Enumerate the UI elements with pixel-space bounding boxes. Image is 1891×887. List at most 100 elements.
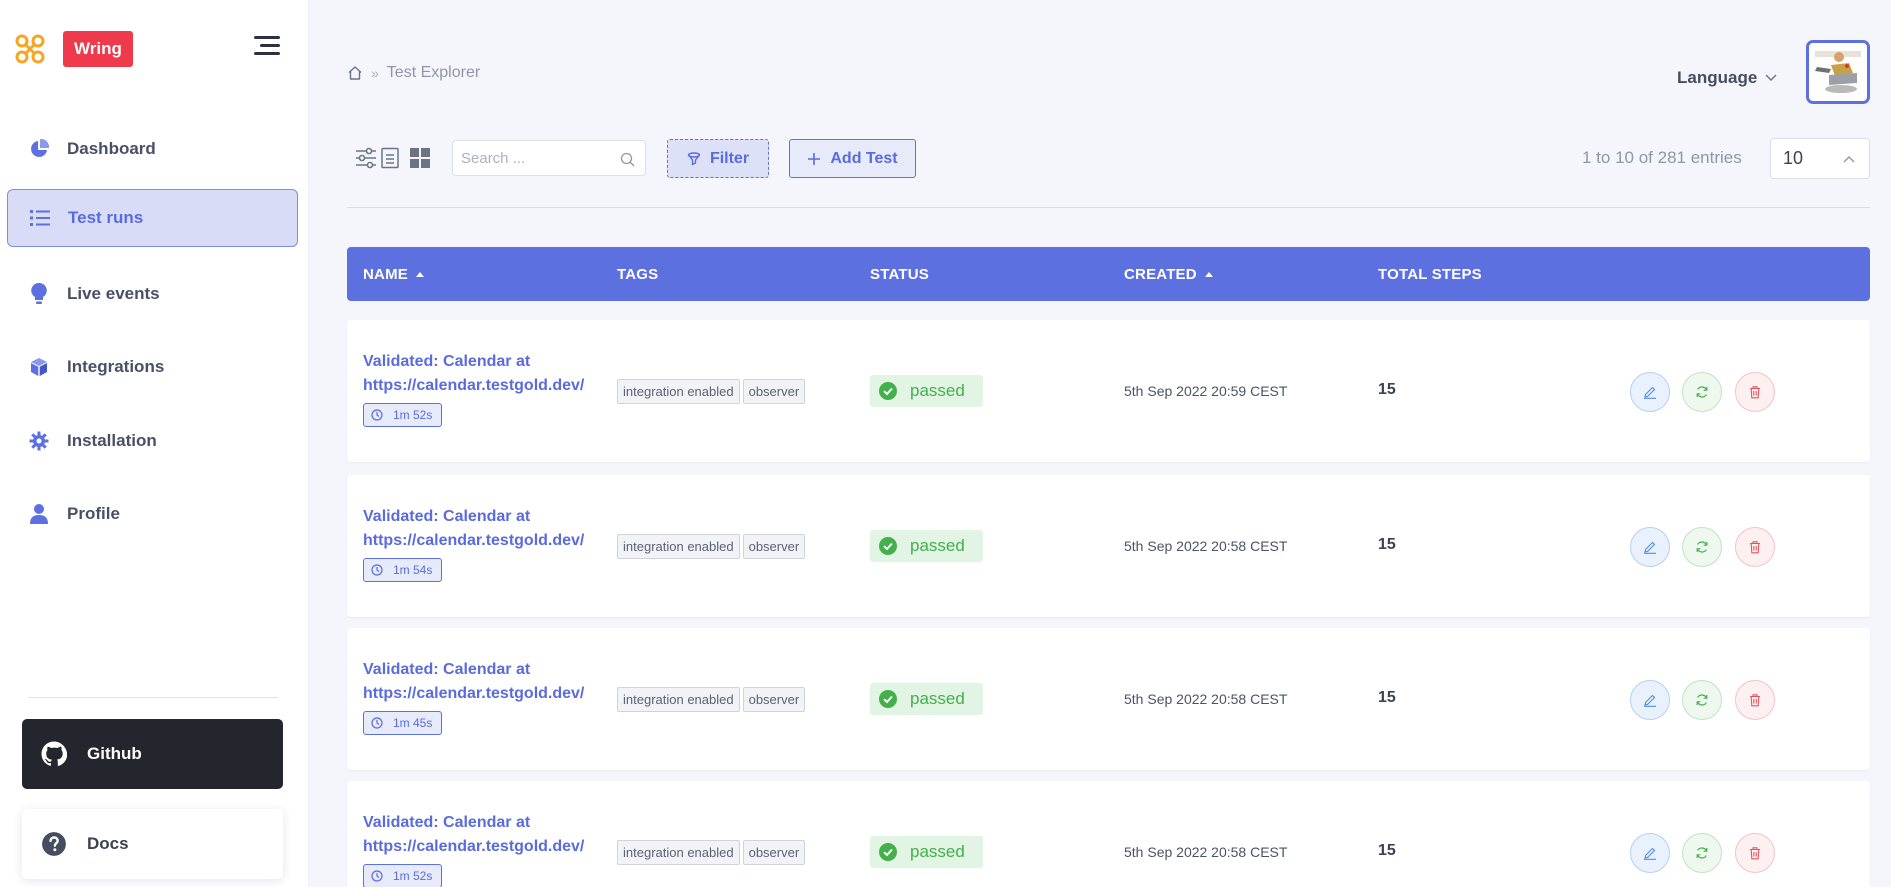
test-name-link[interactable]: Validated: Calendar at https://calendar.t… bbox=[363, 350, 609, 398]
check-circle-icon bbox=[879, 382, 897, 400]
pencil-icon bbox=[1644, 694, 1656, 707]
check-circle-icon bbox=[879, 843, 897, 861]
rerun-button[interactable] bbox=[1682, 680, 1722, 720]
created-date: 5th Sep 2022 20:58 CEST bbox=[1124, 844, 1288, 860]
filter-icon bbox=[687, 151, 701, 166]
tag-list: integration enabled observer bbox=[617, 840, 808, 865]
chevron-down-icon bbox=[1765, 74, 1777, 81]
edit-button[interactable] bbox=[1630, 372, 1670, 412]
page-size-select[interactable]: 10 bbox=[1770, 138, 1870, 179]
sort-asc-icon bbox=[1204, 271, 1213, 277]
check-circle-icon bbox=[879, 537, 897, 555]
language-dropdown[interactable]: Language bbox=[1677, 68, 1777, 88]
pencil-icon bbox=[1644, 847, 1656, 860]
sidebar: Wring Dashboard Test runs Live events In… bbox=[0, 0, 309, 887]
grid-view-icon[interactable] bbox=[409, 147, 431, 169]
rerun-button[interactable] bbox=[1682, 527, 1722, 567]
column-header-created[interactable]: CREATED bbox=[1124, 247, 1213, 301]
tag-badge: integration enabled bbox=[617, 379, 740, 404]
test-name-link[interactable]: Validated: Calendar at https://calendar.t… bbox=[363, 658, 609, 706]
sidebar-item-integrations[interactable]: Integrations bbox=[7, 338, 298, 396]
edit-button[interactable] bbox=[1630, 527, 1670, 567]
created-date: 5th Sep 2022 20:59 CEST bbox=[1124, 383, 1288, 399]
total-steps: 15 bbox=[1378, 689, 1396, 706]
sidebar-item-label: Live events bbox=[67, 284, 160, 303]
status-badge: passed bbox=[870, 375, 983, 407]
sidebar-divider bbox=[28, 697, 278, 698]
column-header-label: NAME bbox=[363, 265, 408, 283]
toolbar-divider bbox=[347, 207, 1870, 208]
refresh-icon bbox=[1696, 694, 1708, 706]
sidebar-item-label: Profile bbox=[67, 504, 120, 523]
sidebar-item-label: Test runs bbox=[68, 208, 144, 227]
test-name-link[interactable]: Validated: Calendar at https://calendar.t… bbox=[363, 811, 609, 859]
search-icon[interactable] bbox=[620, 152, 635, 167]
test-name-link[interactable]: Validated: Calendar at https://calendar.t… bbox=[363, 505, 609, 553]
breadcrumb-current: Test Explorer bbox=[386, 64, 481, 81]
clock-icon bbox=[371, 409, 383, 421]
total-steps: 15 bbox=[1378, 381, 1396, 398]
refresh-icon bbox=[1696, 386, 1708, 398]
pie-chart-icon bbox=[27, 137, 51, 161]
home-icon[interactable] bbox=[347, 65, 363, 81]
trash-icon bbox=[1750, 541, 1760, 554]
github-icon bbox=[41, 741, 67, 766]
trash-icon bbox=[1750, 847, 1760, 860]
add-test-label: Add Test bbox=[830, 149, 898, 167]
refresh-icon bbox=[1696, 541, 1708, 553]
filter-label: Filter bbox=[709, 149, 750, 167]
tag-badge: integration enabled bbox=[617, 840, 740, 865]
duration-badge: 1m 54s bbox=[363, 558, 443, 582]
delete-button[interactable] bbox=[1735, 833, 1775, 873]
sidebar-item-test-runs[interactable]: Test runs bbox=[7, 189, 298, 247]
sliders-icon[interactable] bbox=[355, 147, 377, 169]
brand-name: Wring bbox=[63, 31, 133, 67]
table-header: NAME TAGS STATUS CREATED TOTAL STEPS bbox=[347, 247, 1870, 301]
avatar[interactable] bbox=[1806, 40, 1870, 104]
sidebar-item-installation[interactable]: Installation bbox=[7, 412, 298, 470]
column-header-label: STATUS bbox=[870, 265, 929, 283]
duration-badge: 1m 52s bbox=[363, 864, 443, 887]
tag-badge: observer bbox=[742, 687, 806, 712]
brand[interactable]: Wring bbox=[14, 30, 133, 68]
table-row: Validated: Calendar at https://calendar.t… bbox=[347, 628, 1870, 770]
search-input[interactable] bbox=[453, 141, 613, 175]
avatar-image bbox=[1815, 51, 1861, 93]
edit-button[interactable] bbox=[1630, 680, 1670, 720]
list-icon bbox=[28, 206, 52, 230]
pencil-icon bbox=[1644, 541, 1656, 554]
rerun-button[interactable] bbox=[1682, 372, 1722, 412]
menu-toggle-icon[interactable] bbox=[254, 36, 280, 56]
delete-button[interactable] bbox=[1735, 527, 1775, 567]
duration-badge: 1m 45s bbox=[363, 711, 443, 735]
clock-icon bbox=[371, 717, 383, 729]
plus-icon bbox=[808, 152, 821, 165]
tag-list: integration enabled observer bbox=[617, 687, 808, 712]
edit-button[interactable] bbox=[1630, 833, 1670, 873]
column-header-total-steps: TOTAL STEPS bbox=[1378, 247, 1482, 301]
language-label: Language bbox=[1677, 68, 1758, 87]
delete-button[interactable] bbox=[1735, 680, 1775, 720]
sidebar-item-live-events[interactable]: Live events bbox=[7, 265, 298, 323]
tag-badge: observer bbox=[742, 379, 806, 404]
entries-count: 1 to 10 of 281 entries bbox=[1582, 148, 1742, 167]
column-header-name[interactable]: NAME bbox=[363, 247, 424, 301]
status-badge: passed bbox=[870, 836, 983, 868]
tag-list: integration enabled observer bbox=[617, 379, 808, 404]
rerun-button[interactable] bbox=[1682, 833, 1722, 873]
sidebar-item-dashboard[interactable]: Dashboard bbox=[7, 120, 298, 178]
check-circle-icon bbox=[879, 690, 897, 708]
brand-logo-icon bbox=[15, 34, 45, 64]
docs-button[interactable]: Docs bbox=[22, 809, 283, 879]
sidebar-item-profile[interactable]: Profile bbox=[7, 485, 298, 543]
delete-button[interactable] bbox=[1735, 372, 1775, 412]
tag-badge: observer bbox=[742, 534, 806, 559]
list-view-icon[interactable] bbox=[379, 147, 401, 169]
github-label: Github bbox=[87, 744, 142, 763]
filter-button[interactable]: Filter bbox=[667, 139, 769, 178]
column-header-label: CREATED bbox=[1124, 265, 1197, 283]
add-test-button[interactable]: Add Test bbox=[789, 139, 916, 178]
github-button[interactable]: Github bbox=[22, 719, 283, 789]
clock-icon bbox=[371, 870, 383, 882]
cube-icon bbox=[27, 355, 51, 379]
